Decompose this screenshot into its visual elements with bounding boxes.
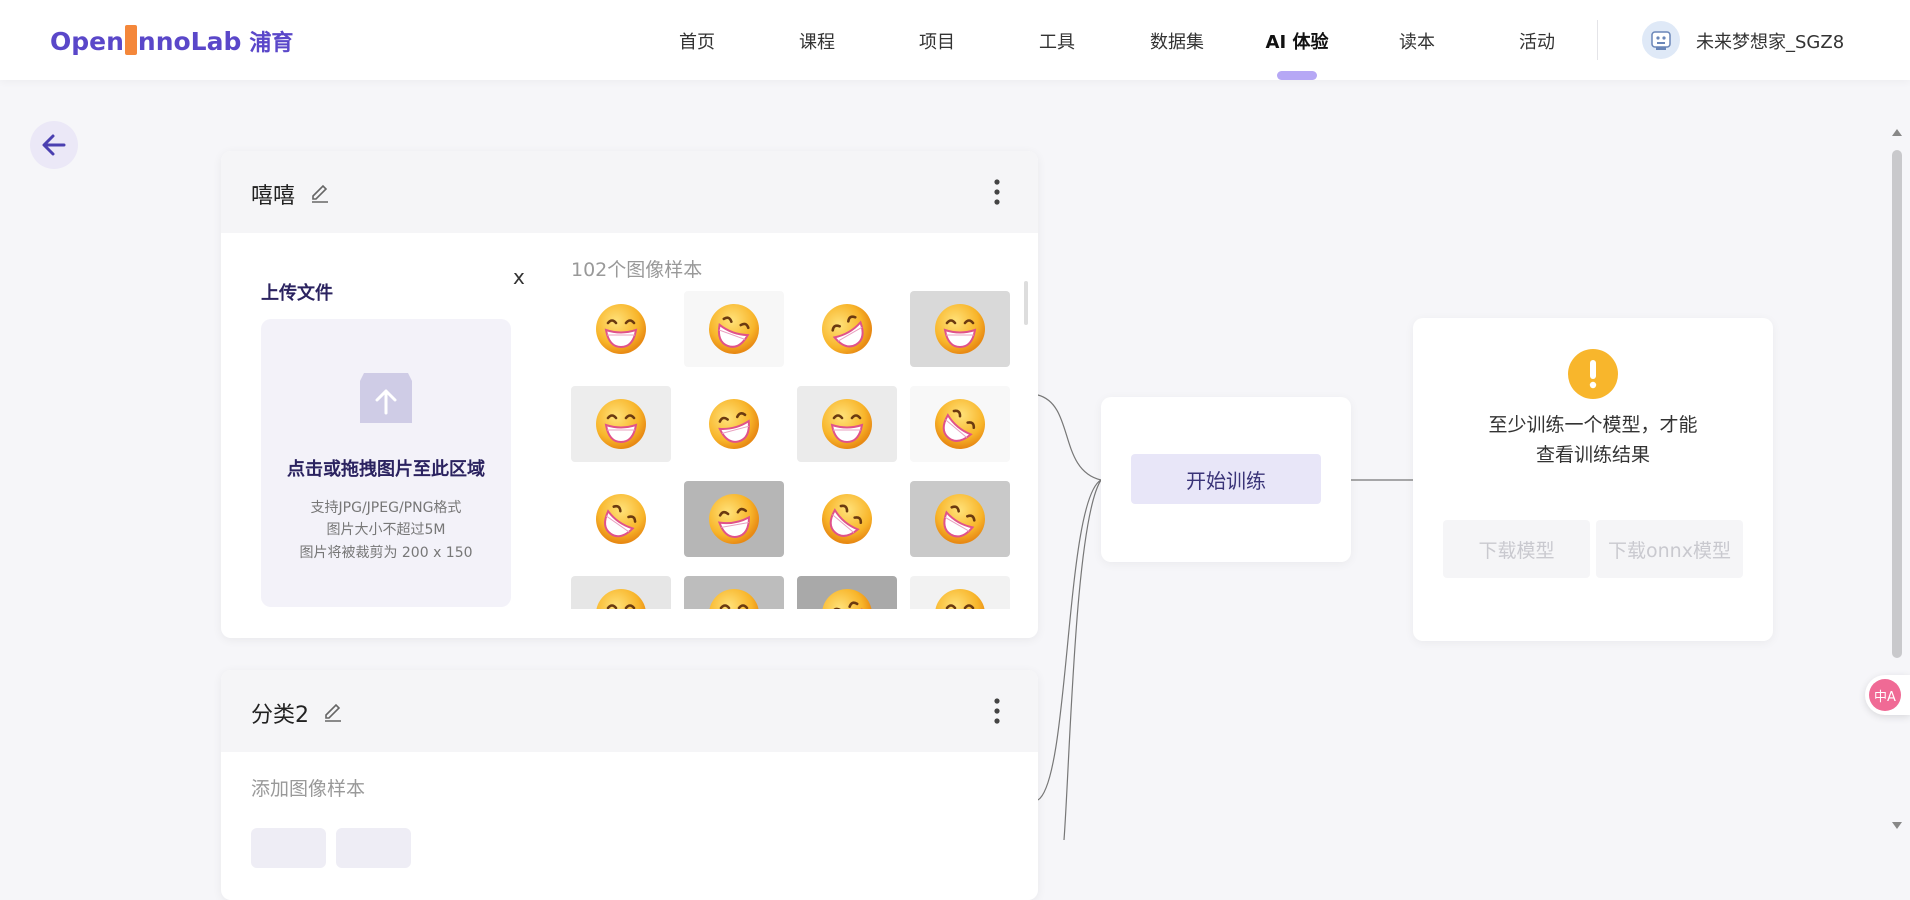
sample-thumbnail[interactable] [684, 481, 784, 557]
download-onnx-button[interactable]: 下载onnx模型 [1596, 520, 1743, 578]
start-training-button[interactable]: 开始训练 [1131, 454, 1321, 504]
class-title: 分类2 [251, 703, 309, 728]
grinning-face-icon [596, 494, 647, 544]
upload-title: 上传文件 [261, 283, 333, 304]
scroll-up-arrow[interactable] [1892, 129, 1902, 136]
dropzone-hint-crop: 图片将被裁剪为 200 x 150 [299, 545, 473, 561]
grinning-face-icon [822, 589, 872, 609]
dropzone-hint-format: 支持JPG/JPEG/PNG格式 [310, 500, 462, 516]
sample-thumbnail[interactable] [910, 386, 1010, 462]
class-card-1: 嘻嘻 上传文件 x 点击或拖拽图片至此区域 支持JPG/JPEG/PNG格式 图… [221, 151, 1038, 638]
sample-thumbnail[interactable] [910, 291, 1010, 367]
grinning-face-icon [709, 399, 759, 449]
grinning-face-icon [822, 303, 872, 354]
upload-close-button[interactable]: x [513, 265, 525, 289]
download-model-button[interactable]: 下载模型 [1443, 520, 1590, 578]
result-card: 至少训练一个模型，才能 查看训练结果 下载模型 下载onnx模型 [1413, 318, 1773, 641]
sample-thumbnail[interactable] [571, 291, 671, 367]
scroll-down-arrow[interactable] [1892, 822, 1902, 829]
grinning-face-icon [709, 494, 759, 544]
dropzone-hint-size: 图片大小不超过5M [326, 522, 446, 538]
upload-option-button[interactable] [336, 828, 411, 868]
sample-thumbnail[interactable] [571, 386, 671, 462]
sample-thumbnail[interactable] [910, 576, 1010, 609]
sample-grid [571, 291, 1011, 609]
translate-icon: 中A [1869, 679, 1901, 711]
warning-icon [1568, 349, 1618, 399]
grinning-face-icon [935, 304, 985, 354]
sample-thumbnail[interactable] [571, 481, 671, 557]
sample-thumbnail[interactable] [797, 576, 897, 609]
upload-box-icon [360, 373, 412, 423]
grinning-face-icon [822, 494, 872, 544]
edit-pencil-icon[interactable] [309, 182, 331, 204]
sample-thumbnail[interactable] [684, 291, 784, 367]
class-card-header: 分类2 [221, 670, 1038, 752]
sample-thumbnail[interactable] [797, 386, 897, 462]
page-scrollbar-thumb[interactable] [1892, 150, 1902, 658]
dropzone-text: 点击或拖拽图片至此区域 [287, 459, 485, 480]
grinning-face-icon [935, 399, 985, 450]
sample-thumbnail[interactable] [910, 481, 1010, 557]
class-title: 嘻嘻 [251, 184, 296, 209]
grinning-face-icon [596, 589, 646, 609]
webcam-option-button[interactable] [251, 828, 326, 868]
more-vertical-icon[interactable] [994, 179, 1000, 205]
class-card-header: 嘻嘻 [221, 151, 1038, 233]
result-message-line1: 至少训练一个模型，才能 [1488, 414, 1698, 436]
more-vertical-icon[interactable] [994, 698, 1000, 724]
sample-thumbnail[interactable] [571, 576, 671, 609]
training-card: 开始训练 [1101, 397, 1351, 562]
translate-button[interactable]: 中A [1865, 675, 1910, 715]
grinning-face-icon [935, 494, 986, 544]
grinning-face-icon [596, 399, 646, 449]
result-message-line2: 查看训练结果 [1535, 444, 1650, 466]
sample-scrollbar[interactable] [1024, 281, 1028, 325]
add-samples-label: 添加图像样本 [251, 778, 366, 800]
sample-thumbnail[interactable] [797, 481, 897, 557]
grinning-face-icon [822, 399, 872, 449]
grinning-face-icon [709, 589, 759, 609]
grinning-face-icon [596, 304, 646, 354]
grinning-face-icon [709, 304, 759, 354]
upload-dropzone[interactable]: 点击或拖拽图片至此区域 支持JPG/JPEG/PNG格式 图片大小不超过5M 图… [261, 319, 511, 607]
edit-pencil-icon[interactable] [322, 701, 344, 723]
grinning-face-icon [935, 589, 985, 609]
class-card-2: 分类2 添加图像样本 [221, 670, 1038, 900]
sample-thumbnail[interactable] [684, 386, 784, 462]
sample-thumbnail[interactable] [797, 291, 897, 367]
sample-count: 102个图像样本 [571, 259, 703, 281]
sample-thumbnail[interactable] [684, 576, 784, 609]
